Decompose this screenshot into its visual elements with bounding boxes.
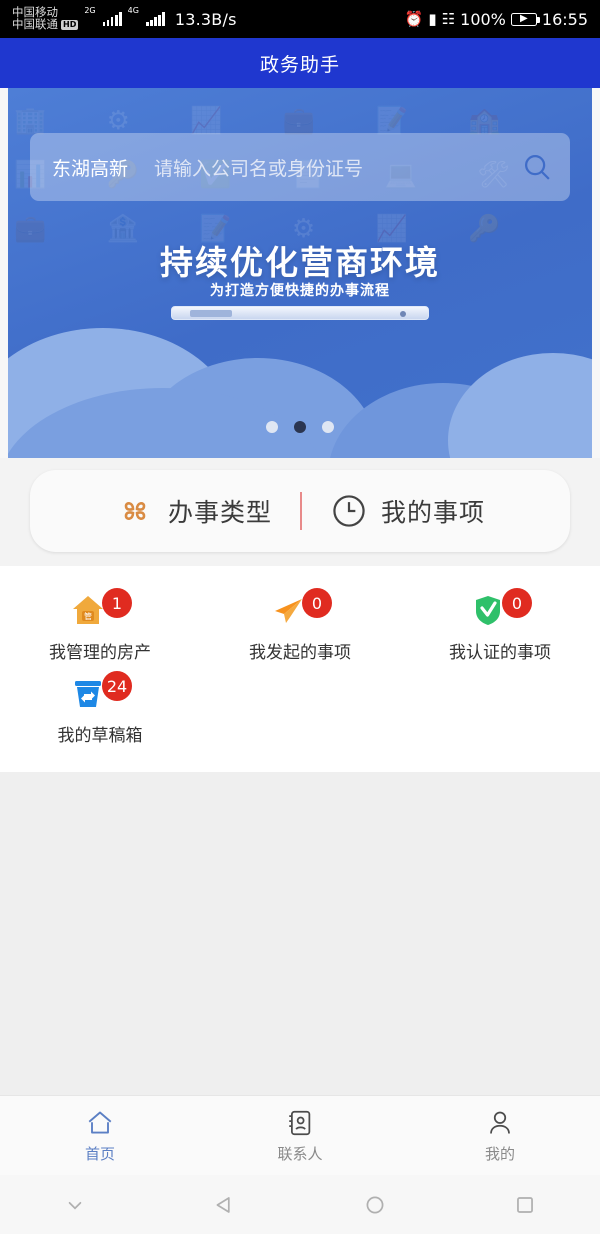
shortcut-label: 我发起的事项 [249, 643, 351, 663]
home-circle-icon [366, 1196, 384, 1213]
quick-tab-service-type-label: 办事类型 [167, 498, 272, 527]
chevron-down-icon [68, 1201, 82, 1209]
shortcut-my-initiated[interactable]: 0 我发起的事项 [200, 580, 400, 663]
search-bar[interactable]: 东湖高新 请输入公司名或身份证号 [30, 133, 570, 201]
shortcut-icon-group: 0 [268, 588, 332, 630]
clock-time: 16:55 [541, 9, 588, 29]
shortcut-my-certified[interactable]: 0 我认证的事项 [400, 580, 600, 663]
shortcut-label: 我的草稿箱 [57, 726, 143, 746]
shortcut-icon-group: 管 1 [68, 588, 132, 630]
recents-square-icon [517, 1196, 533, 1213]
svg-text:管: 管 [84, 611, 92, 621]
shortcuts-row-2: 24 我的草稿箱 [0, 663, 600, 746]
android-navigation-bar [0, 1175, 600, 1234]
nav-item-home-label: 首页 [84, 1144, 115, 1163]
search-location-label[interactable]: 东湖高新 [52, 154, 128, 181]
shortcut-badge: 0 [502, 588, 532, 618]
quick-tab-my-items[interactable]: 我的事项 [330, 492, 485, 530]
shortcut-icon-group: 24 [68, 671, 133, 713]
quick-tab-service-type[interactable]: 办事类型 [115, 491, 272, 531]
shortcut-my-drafts[interactable]: 24 我的草稿箱 [0, 663, 200, 746]
banner-headline: 持续优化营商环境 [160, 243, 440, 282]
signal-bars-2-icon [145, 12, 165, 26]
signal-1-label: 2G [84, 6, 96, 16]
search-icon[interactable] [522, 152, 552, 182]
laptop-illustration [171, 306, 429, 320]
laptop-pad [190, 310, 232, 317]
paper-plane-icon [275, 599, 302, 623]
hide-nav-button[interactable] [0, 1192, 150, 1218]
quick-tabs-container: 办事类型 我的事项 [0, 458, 600, 566]
promo-banner[interactable]: 🏢 ⚙ 📈 💼 📝 🏫 📊 🔑 ✅ 📄 💻 🛠 💼 🏦 📝 ⚙ 📈 🔑 东湖高新… [8, 88, 592, 458]
empty-content-area [0, 772, 600, 1097]
shortcuts-row-1: 管 1 我管理的房产 0 我发起的事项 0 我认证的事项 [0, 580, 600, 663]
person-icon [490, 1111, 510, 1134]
shortcut-badge: 0 [302, 588, 332, 618]
carousel-dot-2[interactable] [294, 421, 306, 433]
carrier-names: 中国移动 中国联通 HD [12, 7, 79, 31]
shortcuts-card: 管 1 我管理的房产 0 我发起的事项 0 我认证的事项 24 我的草稿箱 [0, 566, 600, 772]
home-button[interactable] [300, 1192, 450, 1218]
clock-icon [333, 495, 365, 527]
status-bar-right: ⏰ ▮ ☷ 100% ▶ 16:55 [405, 10, 588, 29]
bottom-navigation: 首页 联系人 我的 [0, 1095, 600, 1175]
quick-tabs-card: 办事类型 我的事项 [30, 470, 570, 552]
back-triangle-icon [216, 1196, 230, 1213]
carousel-dot-3[interactable] [322, 421, 334, 433]
banner-subheadline: 为打造方便快捷的办事流程 [210, 283, 390, 299]
shortcut-badge: 24 [101, 671, 133, 701]
clover-icon [124, 502, 146, 520]
alarm-icon: ⏰ [404, 9, 424, 28]
nav-item-home[interactable]: 首页 [0, 1108, 200, 1164]
contacts-icon [289, 1110, 311, 1135]
quick-tabs-divider [300, 492, 302, 530]
cloud-decoration [8, 308, 592, 458]
shortcut-icon-group: 0 [468, 588, 532, 630]
search-input[interactable]: 请输入公司名或身份证号 [154, 154, 522, 181]
nav-item-profile-label: 我的 [484, 1144, 515, 1163]
battery-percent: 100% [460, 9, 506, 29]
house-manage-icon: 管 [73, 596, 103, 624]
status-bar-left: 中国移动 中国联通 HD 2G 4G 13.3B/s [12, 7, 237, 30]
nav-item-contacts[interactable]: 联系人 [200, 1108, 400, 1164]
status-bar: 中国移动 中国联通 HD 2G 4G 13.3B/s ⏰ ▮ ☷ 100% ▶ … [0, 0, 600, 38]
network-speed: 13.3B/s [174, 9, 237, 29]
shortcut-my-properties[interactable]: 管 1 我管理的房产 [0, 580, 200, 663]
laptop-dot [400, 311, 406, 317]
vibrate-icon: ☷ [441, 9, 456, 28]
recycle-bin-icon [74, 681, 101, 707]
banner-container: 🏢 ⚙ 📈 💼 📝 🏫 📊 🔑 ✅ 📄 💻 🛠 💼 🏦 📝 ⚙ 📈 🔑 东湖高新… [0, 88, 600, 458]
shield-check-icon [476, 596, 500, 625]
quick-tab-my-items-label: 我的事项 [381, 498, 486, 527]
shortcut-label: 我认证的事项 [449, 643, 551, 663]
shortcut-badge: 1 [102, 588, 132, 618]
nav-item-profile[interactable]: 我的 [400, 1108, 600, 1164]
shortcut-empty-slot [400, 663, 600, 746]
nav-item-contacts-label: 联系人 [277, 1144, 323, 1163]
home-icon [88, 1111, 112, 1133]
shortcut-label: 我管理的房产 [49, 643, 151, 663]
carrier-secondary: 中国联通 [12, 17, 58, 31]
hd-badge: HD [61, 19, 79, 30]
app-title-bar: 政务助手 [0, 38, 600, 88]
battery-charging-icon: ▶ [510, 12, 540, 26]
carousel-dots[interactable] [8, 421, 592, 433]
signal-2-label: 4G [127, 6, 139, 16]
signal-bars-1-icon [102, 12, 122, 26]
page-title: 政务助手 [259, 53, 340, 76]
shortcut-empty-slot [200, 663, 400, 746]
carousel-dot-1[interactable] [266, 421, 278, 433]
bluetooth-icon: ▮ [428, 9, 437, 28]
recents-button[interactable] [450, 1192, 600, 1218]
back-button[interactable] [150, 1192, 300, 1218]
